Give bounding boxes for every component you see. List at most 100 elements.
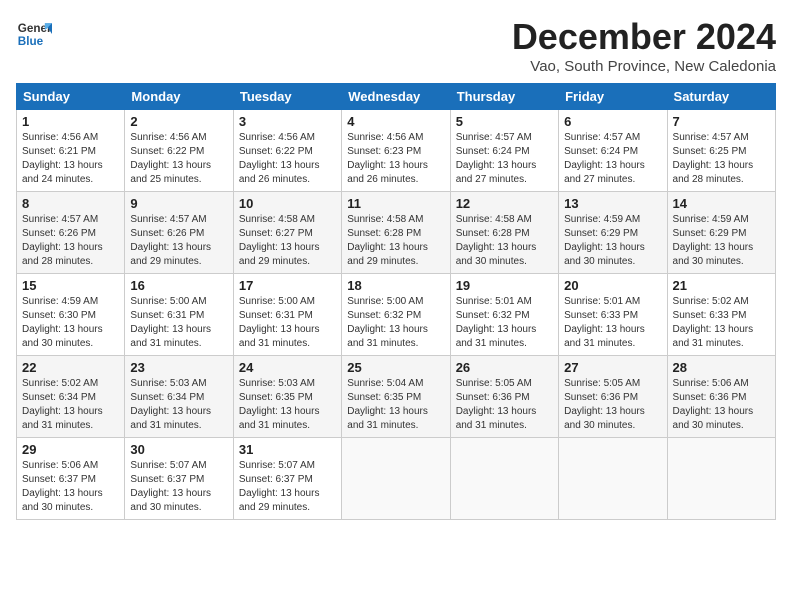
day-number: 25 bbox=[347, 360, 444, 375]
day-number: 4 bbox=[347, 114, 444, 129]
day-number: 27 bbox=[564, 360, 661, 375]
friday-header: Friday bbox=[559, 84, 667, 110]
day-number: 10 bbox=[239, 196, 336, 211]
day-number: 11 bbox=[347, 196, 444, 211]
title-section: December 2024 Vao, South Province, New C… bbox=[512, 16, 776, 75]
page-header: General Blue December 2024 Vao, South Pr… bbox=[16, 16, 776, 75]
calendar-cell: 12 Sunrise: 4:58 AMSunset: 6:28 PMDaylig… bbox=[450, 192, 558, 274]
day-number: 8 bbox=[22, 196, 119, 211]
days-header-row: Sunday Monday Tuesday Wednesday Thursday… bbox=[17, 84, 776, 110]
week-row-2: 8 Sunrise: 4:57 AMSunset: 6:26 PMDayligh… bbox=[17, 192, 776, 274]
wednesday-header: Wednesday bbox=[342, 84, 450, 110]
calendar-cell: 30 Sunrise: 5:07 AMSunset: 6:37 PMDaylig… bbox=[125, 438, 233, 520]
calendar-cell: 26 Sunrise: 5:05 AMSunset: 6:36 PMDaylig… bbox=[450, 356, 558, 438]
day-number: 20 bbox=[564, 278, 661, 293]
calendar-cell: 9 Sunrise: 4:57 AMSunset: 6:26 PMDayligh… bbox=[125, 192, 233, 274]
day-info: Sunrise: 5:06 AMSunset: 6:37 PMDaylight:… bbox=[22, 460, 103, 513]
day-number: 9 bbox=[130, 196, 227, 211]
calendar-cell: 15 Sunrise: 4:59 AMSunset: 6:30 PMDaylig… bbox=[17, 274, 125, 356]
calendar-cell: 8 Sunrise: 4:57 AMSunset: 6:26 PMDayligh… bbox=[17, 192, 125, 274]
sunday-header: Sunday bbox=[17, 84, 125, 110]
tuesday-header: Tuesday bbox=[233, 84, 341, 110]
calendar-cell: 31 Sunrise: 5:07 AMSunset: 6:37 PMDaylig… bbox=[233, 438, 341, 520]
day-number: 17 bbox=[239, 278, 336, 293]
day-info: Sunrise: 5:00 AMSunset: 6:31 PMDaylight:… bbox=[239, 296, 320, 349]
day-info: Sunrise: 5:05 AMSunset: 6:36 PMDaylight:… bbox=[456, 378, 537, 431]
day-info: Sunrise: 4:56 AMSunset: 6:21 PMDaylight:… bbox=[22, 132, 103, 185]
calendar-cell: 27 Sunrise: 5:05 AMSunset: 6:36 PMDaylig… bbox=[559, 356, 667, 438]
day-info: Sunrise: 4:58 AMSunset: 6:28 PMDaylight:… bbox=[456, 214, 537, 267]
day-number: 7 bbox=[673, 114, 770, 129]
day-number: 2 bbox=[130, 114, 227, 129]
day-number: 3 bbox=[239, 114, 336, 129]
day-info: Sunrise: 5:06 AMSunset: 6:36 PMDaylight:… bbox=[673, 378, 754, 431]
logo: General Blue bbox=[16, 16, 52, 52]
day-info: Sunrise: 4:56 AMSunset: 6:22 PMDaylight:… bbox=[130, 132, 211, 185]
day-info: Sunrise: 5:07 AMSunset: 6:37 PMDaylight:… bbox=[239, 460, 320, 513]
calendar-table: Sunday Monday Tuesday Wednesday Thursday… bbox=[16, 83, 776, 520]
calendar-cell: 29 Sunrise: 5:06 AMSunset: 6:37 PMDaylig… bbox=[17, 438, 125, 520]
calendar-cell: 1 Sunrise: 4:56 AMSunset: 6:21 PMDayligh… bbox=[17, 110, 125, 192]
day-number: 31 bbox=[239, 442, 336, 457]
day-info: Sunrise: 4:58 AMSunset: 6:27 PMDaylight:… bbox=[239, 214, 320, 267]
calendar-cell: 16 Sunrise: 5:00 AMSunset: 6:31 PMDaylig… bbox=[125, 274, 233, 356]
day-info: Sunrise: 5:02 AMSunset: 6:34 PMDaylight:… bbox=[22, 378, 103, 431]
calendar-cell: 13 Sunrise: 4:59 AMSunset: 6:29 PMDaylig… bbox=[559, 192, 667, 274]
day-info: Sunrise: 4:57 AMSunset: 6:24 PMDaylight:… bbox=[456, 132, 537, 185]
day-info: Sunrise: 5:04 AMSunset: 6:35 PMDaylight:… bbox=[347, 378, 428, 431]
svg-text:Blue: Blue bbox=[18, 35, 44, 48]
calendar-cell: 2 Sunrise: 4:56 AMSunset: 6:22 PMDayligh… bbox=[125, 110, 233, 192]
day-info: Sunrise: 4:57 AMSunset: 6:25 PMDaylight:… bbox=[673, 132, 754, 185]
day-info: Sunrise: 5:01 AMSunset: 6:33 PMDaylight:… bbox=[564, 296, 645, 349]
day-number: 16 bbox=[130, 278, 227, 293]
calendar-cell: 11 Sunrise: 4:58 AMSunset: 6:28 PMDaylig… bbox=[342, 192, 450, 274]
day-info: Sunrise: 4:56 AMSunset: 6:22 PMDaylight:… bbox=[239, 132, 320, 185]
day-number: 26 bbox=[456, 360, 553, 375]
day-number: 5 bbox=[456, 114, 553, 129]
calendar-cell: 21 Sunrise: 5:02 AMSunset: 6:33 PMDaylig… bbox=[667, 274, 775, 356]
calendar-cell: 3 Sunrise: 4:56 AMSunset: 6:22 PMDayligh… bbox=[233, 110, 341, 192]
day-info: Sunrise: 5:02 AMSunset: 6:33 PMDaylight:… bbox=[673, 296, 754, 349]
day-info: Sunrise: 4:57 AMSunset: 6:26 PMDaylight:… bbox=[130, 214, 211, 267]
day-number: 21 bbox=[673, 278, 770, 293]
day-info: Sunrise: 5:00 AMSunset: 6:32 PMDaylight:… bbox=[347, 296, 428, 349]
calendar-cell bbox=[342, 438, 450, 520]
day-info: Sunrise: 5:03 AMSunset: 6:35 PMDaylight:… bbox=[239, 378, 320, 431]
calendar-cell: 18 Sunrise: 5:00 AMSunset: 6:32 PMDaylig… bbox=[342, 274, 450, 356]
calendar-cell bbox=[667, 438, 775, 520]
week-row-3: 15 Sunrise: 4:59 AMSunset: 6:30 PMDaylig… bbox=[17, 274, 776, 356]
week-row-4: 22 Sunrise: 5:02 AMSunset: 6:34 PMDaylig… bbox=[17, 356, 776, 438]
day-number: 13 bbox=[564, 196, 661, 211]
calendar-cell: 14 Sunrise: 4:59 AMSunset: 6:29 PMDaylig… bbox=[667, 192, 775, 274]
calendar-cell: 5 Sunrise: 4:57 AMSunset: 6:24 PMDayligh… bbox=[450, 110, 558, 192]
day-info: Sunrise: 4:59 AMSunset: 6:30 PMDaylight:… bbox=[22, 296, 103, 349]
calendar-cell: 24 Sunrise: 5:03 AMSunset: 6:35 PMDaylig… bbox=[233, 356, 341, 438]
month-year: December 2024 bbox=[512, 16, 776, 58]
day-info: Sunrise: 4:59 AMSunset: 6:29 PMDaylight:… bbox=[564, 214, 645, 267]
day-number: 1 bbox=[22, 114, 119, 129]
day-number: 12 bbox=[456, 196, 553, 211]
calendar-cell bbox=[450, 438, 558, 520]
day-number: 30 bbox=[130, 442, 227, 457]
location: Vao, South Province, New Caledonia bbox=[512, 58, 776, 75]
calendar-cell: 19 Sunrise: 5:01 AMSunset: 6:32 PMDaylig… bbox=[450, 274, 558, 356]
week-row-1: 1 Sunrise: 4:56 AMSunset: 6:21 PMDayligh… bbox=[17, 110, 776, 192]
day-info: Sunrise: 4:56 AMSunset: 6:23 PMDaylight:… bbox=[347, 132, 428, 185]
day-number: 19 bbox=[456, 278, 553, 293]
day-info: Sunrise: 5:01 AMSunset: 6:32 PMDaylight:… bbox=[456, 296, 537, 349]
day-info: Sunrise: 5:03 AMSunset: 6:34 PMDaylight:… bbox=[130, 378, 211, 431]
day-number: 24 bbox=[239, 360, 336, 375]
calendar-cell: 23 Sunrise: 5:03 AMSunset: 6:34 PMDaylig… bbox=[125, 356, 233, 438]
saturday-header: Saturday bbox=[667, 84, 775, 110]
calendar-cell: 28 Sunrise: 5:06 AMSunset: 6:36 PMDaylig… bbox=[667, 356, 775, 438]
day-info: Sunrise: 4:58 AMSunset: 6:28 PMDaylight:… bbox=[347, 214, 428, 267]
week-row-5: 29 Sunrise: 5:06 AMSunset: 6:37 PMDaylig… bbox=[17, 438, 776, 520]
day-info: Sunrise: 4:57 AMSunset: 6:26 PMDaylight:… bbox=[22, 214, 103, 267]
day-number: 15 bbox=[22, 278, 119, 293]
calendar-cell: 7 Sunrise: 4:57 AMSunset: 6:25 PMDayligh… bbox=[667, 110, 775, 192]
day-number: 18 bbox=[347, 278, 444, 293]
day-number: 29 bbox=[22, 442, 119, 457]
day-number: 14 bbox=[673, 196, 770, 211]
calendar-cell: 22 Sunrise: 5:02 AMSunset: 6:34 PMDaylig… bbox=[17, 356, 125, 438]
day-number: 28 bbox=[673, 360, 770, 375]
